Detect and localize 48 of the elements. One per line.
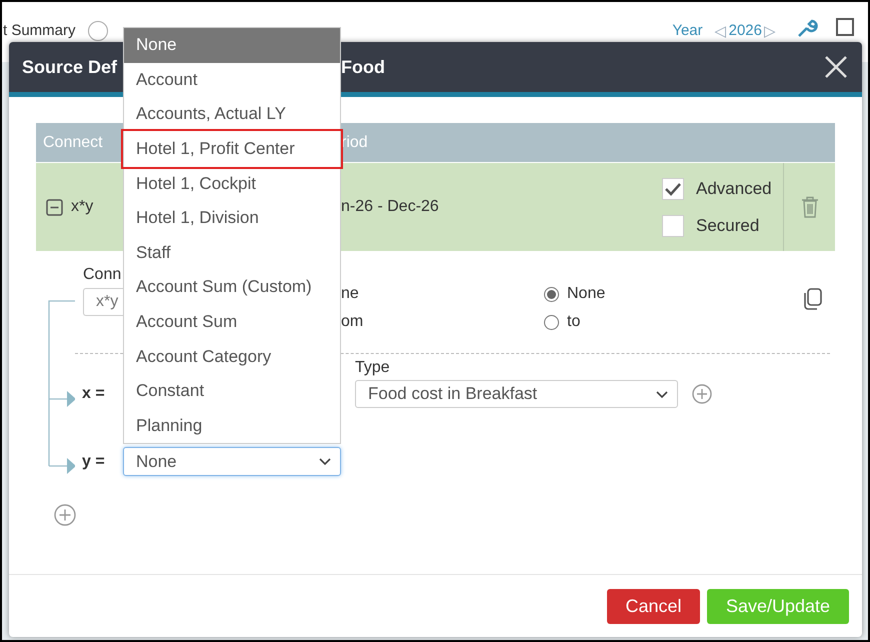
dropdown-option[interactable]: None [124,28,340,63]
checkbox-label: Advanced [696,178,772,198]
radio-button[interactable] [88,21,108,41]
add-icon[interactable] [692,384,712,404]
dropdown-option[interactable]: Account Sum (Custom) [124,270,340,305]
checkbox[interactable] [662,214,684,236]
dropdown-option[interactable]: Accounts, Actual LY [124,97,340,132]
dropdown-option[interactable]: Hotel 1, Division [124,200,340,236]
add-icon[interactable] [54,504,76,526]
type-select[interactable]: Food cost in Breakfast [355,380,678,408]
dropdown-option[interactable]: Hotel 1, Profit Center [124,132,340,166]
dialog-title: Source Def [22,56,118,78]
year-value: 2026 [728,22,762,40]
year-label: Year [672,22,703,40]
dropdown-option[interactable]: Account Category [124,339,340,374]
variable-label: x = [81,384,106,404]
radio-label: ne [341,285,359,303]
radio-label: to [567,313,580,331]
checkbox-label: Secured [696,216,760,236]
radio-button[interactable] [544,314,559,330]
copy-icon[interactable] [803,288,823,310]
chevron-down-icon [318,457,332,466]
radio-label: None [567,285,606,303]
field-label: Type [355,359,391,377]
radio-button[interactable] [544,286,559,302]
dropdown-option[interactable]: Account Sum [124,304,340,340]
dropdown-option[interactable]: Account [124,62,340,98]
formula-text: x*y [71,198,94,216]
page-title: t Summary [3,22,76,39]
dropdown-option[interactable]: Planning [124,408,340,444]
collapse-icon[interactable] [46,198,63,216]
chevron-down-icon [655,390,669,398]
cancel-button[interactable]: Cancel [607,588,700,624]
connect-field[interactable]: x*y [83,288,123,316]
column-header: Connect [43,134,103,150]
dialog-title: Food [341,56,385,78]
period-text: n-26 - Dec-26 [341,198,440,216]
dropdown-option[interactable]: Constant [124,374,340,409]
radio-label: om [341,313,364,331]
wrench-icon[interactable] [796,18,818,38]
field-label: Conn [83,266,122,284]
checkbox[interactable] [662,178,684,200]
variable-label: y = [81,452,106,472]
window-icon [836,18,854,36]
close-icon[interactable] [824,55,848,79]
dropdown-option[interactable]: Hotel 1, Cockpit [124,166,340,201]
dropdown-option[interactable]: Staff [124,236,340,270]
source-select[interactable]: None [123,447,341,476]
